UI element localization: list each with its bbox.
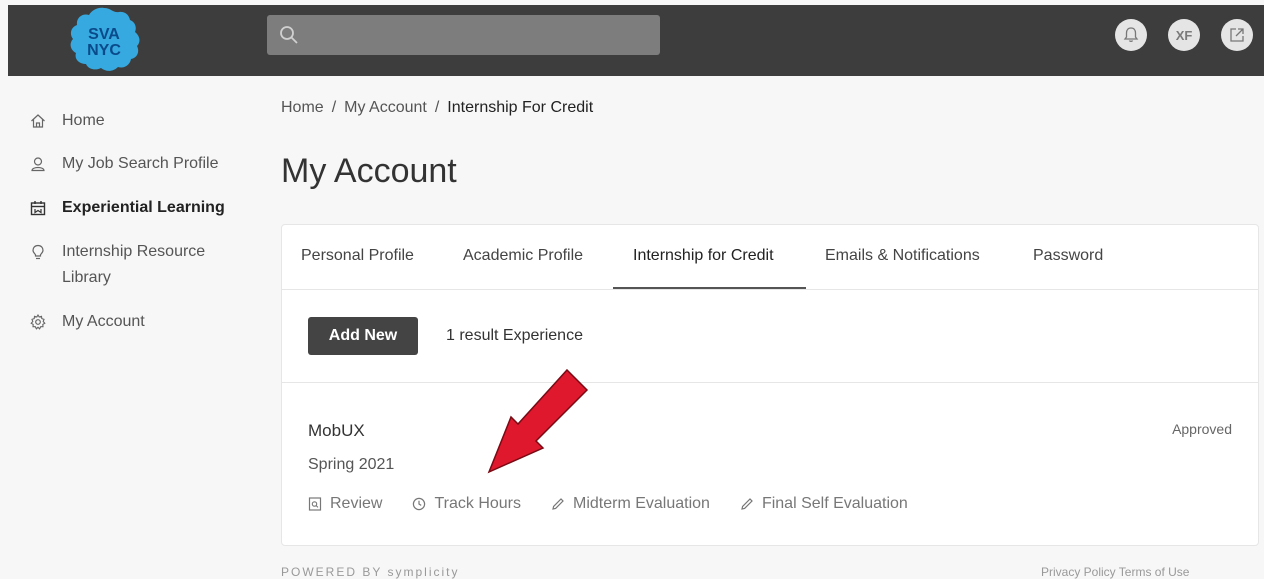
tab-password[interactable]: Password [1033,247,1103,265]
symplicity-logo[interactable]: symplicity [387,565,459,579]
user-initials: XF [1175,27,1193,43]
review-link[interactable]: Review [308,495,382,513]
experience-name[interactable]: MobUX [308,421,365,441]
bell-icon [1123,27,1139,42]
sidebar-item-label: Internship Resource [62,243,206,260]
powered-by: POWERED BY symplicity [281,565,460,579]
divider [282,382,1258,383]
review-icon [308,497,322,511]
tab-internship-for-credit[interactable]: Internship for Credit [633,247,774,265]
active-tab-indicator [613,287,806,289]
powered-by-label: POWERED BY [281,565,383,579]
sidebar-item-label: Home [62,112,105,129]
midterm-evaluation-label: Midterm Evaluation [573,495,710,512]
sidebar-item-label: My Account [62,313,145,330]
clock-icon [413,497,426,511]
notifications-button[interactable] [1115,19,1147,51]
sidebar-item-job-search-profile[interactable]: My Job Search Profile [30,151,219,177]
footer-links[interactable]: Privacy Policy Terms of Use [1041,565,1189,579]
gear-icon [30,314,46,330]
tab-personal-profile[interactable]: Personal Profile [301,247,414,265]
status-badge: Approved [1172,421,1232,437]
search-input[interactable] [267,15,660,55]
account-card: Personal Profile Academic Profile Intern… [281,224,1259,546]
midterm-evaluation-link[interactable]: Midterm Evaluation [551,495,710,513]
tab-academic-profile[interactable]: Academic Profile [463,247,583,265]
breadcrumb-separator: / [331,99,337,116]
sidebar-item-my-account[interactable]: My Account [30,309,145,335]
user-icon [31,157,45,172]
home-icon [31,114,45,128]
pencil-icon [741,498,753,510]
breadcrumb-home[interactable]: Home [281,99,324,116]
external-link-button[interactable] [1221,19,1253,51]
result-count: 1 result Experience [446,327,583,344]
sidebar-item-label-line2: Library [62,269,111,286]
sidebar-item-home[interactable]: Home [30,108,105,134]
pencil-icon [552,498,564,510]
sidebar-item-label: Experiential Learning [62,199,225,216]
tab-bar: Personal Profile Academic Profile Intern… [282,225,1258,290]
final-self-evaluation-label: Final Self Evaluation [761,495,908,512]
sva-nyc-logo[interactable]: SVA NYC [63,6,145,74]
lightbulb-icon [32,244,44,260]
sidebar-item-internship-resource-library[interactable]: Internship Resource Library [30,239,205,291]
logo-text-line2: NYC [87,42,121,59]
experience-term: Spring 2021 [308,456,395,473]
annotation-arrow-icon [487,368,589,474]
track-hours-label: Track Hours [434,495,521,512]
breadcrumb-current: Internship For Credit [447,99,594,116]
logo-text-line1: SVA [88,26,120,43]
calendar-icon [30,201,46,216]
track-hours-link[interactable]: Track Hours [412,495,521,513]
page-title: My Account [281,152,457,190]
tab-emails-notifications[interactable]: Emails & Notifications [825,247,980,265]
user-avatar[interactable]: XF [1168,19,1200,51]
experience-actions: Review Track Hours Midterm Evaluation Fi… [308,495,938,513]
add-new-button[interactable]: Add New [308,317,418,355]
breadcrumb-my-account[interactable]: My Account [344,99,427,116]
final-self-evaluation-link[interactable]: Final Self Evaluation [740,495,908,513]
top-bar: SVA NYC XF [8,5,1264,76]
breadcrumb: Home / My Account / Internship For Credit [281,99,593,117]
external-link-icon [1230,28,1244,42]
header-actions: XF [1115,19,1253,51]
sidebar-item-experiential-learning[interactable]: Experiential Learning [30,195,225,221]
search-icon [280,26,298,44]
review-label: Review [330,495,383,512]
sidebar-item-label: My Job Search Profile [62,155,219,172]
breadcrumb-separator: / [434,99,440,116]
